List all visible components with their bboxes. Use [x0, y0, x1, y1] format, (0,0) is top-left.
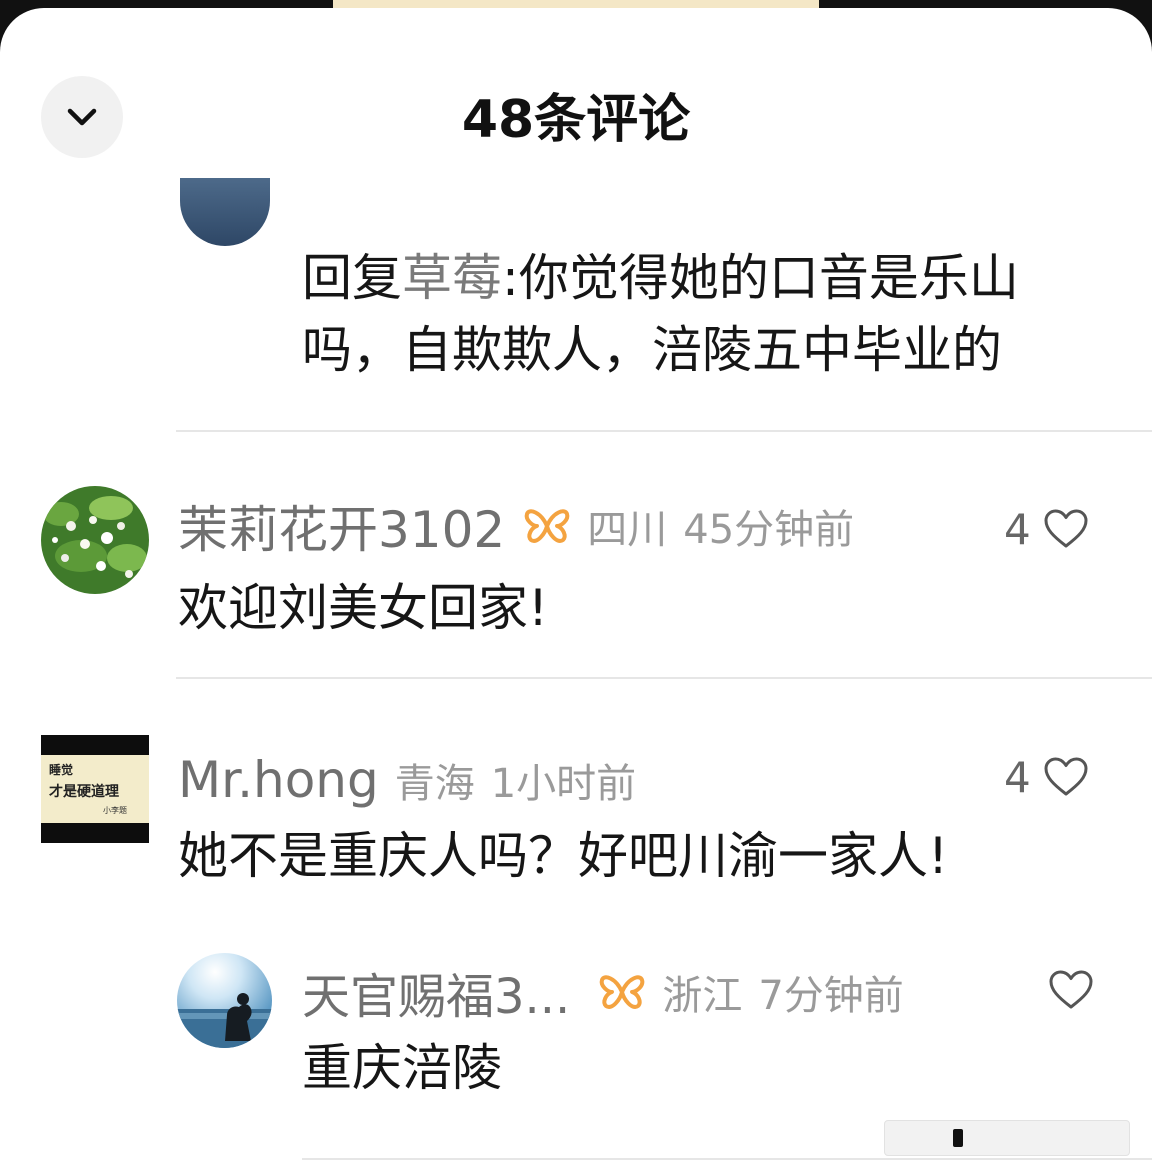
seaside-silhouette-image — [177, 953, 272, 1048]
heart-outline-icon — [1044, 757, 1088, 796]
comment-meta: Mr.hong 青海 1小时前 — [178, 748, 636, 812]
divider — [176, 430, 1152, 432]
comment-meta: 茉莉花开3102 四川 45分钟前 — [178, 494, 855, 559]
jasmine-flowers-image — [41, 486, 149, 594]
comment-time: 45分钟前 — [683, 507, 855, 553]
divider — [176, 677, 1152, 679]
like-button[interactable]: 4 — [1004, 752, 1089, 802]
like-button[interactable] — [1048, 965, 1094, 1015]
butterfly-badge-icon — [598, 972, 646, 1012]
reply-meta: 天官赐福3... 浙江 7分钟前 — [302, 957, 904, 1027]
scroll-grip — [953, 1129, 963, 1147]
comment-text: 她不是重庆人吗？好吧川渝一家人! — [178, 827, 949, 885]
comment-region: 四川 — [587, 507, 668, 553]
reply-region: 浙江 — [662, 973, 743, 1019]
scrollbar-thumb[interactable] — [884, 1120, 1130, 1156]
comment-count-title: 48条评论 — [461, 90, 691, 150]
reply-time: 7分钟前 — [758, 973, 904, 1019]
like-button[interactable]: 4 — [1004, 504, 1089, 554]
reply-text: 重庆涪陵 — [302, 1039, 502, 1097]
avatar-mr-hong[interactable]: 睡觉 才是硬道理 小李题 — [41, 735, 149, 843]
like-count: 4 — [1004, 504, 1031, 554]
heart-outline-icon — [1049, 970, 1093, 1009]
reply-comment-text: 回复草莓:你觉得她的口音是乐山吗，自欺欺人，涪陵五中毕业的 — [302, 242, 1102, 386]
reply-mention[interactable]: 草莓 — [402, 249, 502, 307]
avatar-calligraphy-3: 小李题 — [103, 806, 127, 815]
avatar-calligraphy-2: 才是硬道理 — [49, 784, 119, 800]
comment-username[interactable]: 茉莉花开3102 — [178, 490, 505, 562]
reply-username[interactable]: 天官赐福3... — [302, 957, 570, 1027]
reply-prefix: 回复 — [302, 249, 402, 307]
avatar-calligraphy-1: 睡觉 — [49, 763, 74, 777]
like-count: 4 — [1004, 752, 1031, 802]
comment-region: 青海 — [394, 761, 475, 807]
avatar-tianguan[interactable] — [177, 953, 272, 1048]
comments-sheet: 48条评论 回复草莓:你觉得她的口音是乐山吗，自欺欺人，涪陵五中毕业的 茉莉花开… — [0, 8, 1152, 1170]
butterfly-badge-icon — [523, 506, 571, 546]
heart-outline-icon — [1044, 509, 1088, 548]
avatar-jasmine[interactable] — [41, 486, 149, 594]
comment-text: 欢迎刘美女回家! — [178, 579, 549, 637]
comment-time: 1小时前 — [490, 761, 637, 807]
comment-username[interactable]: Mr.hong — [178, 751, 379, 809]
reply-avatar[interactable] — [180, 178, 270, 246]
divider — [302, 1158, 1152, 1160]
